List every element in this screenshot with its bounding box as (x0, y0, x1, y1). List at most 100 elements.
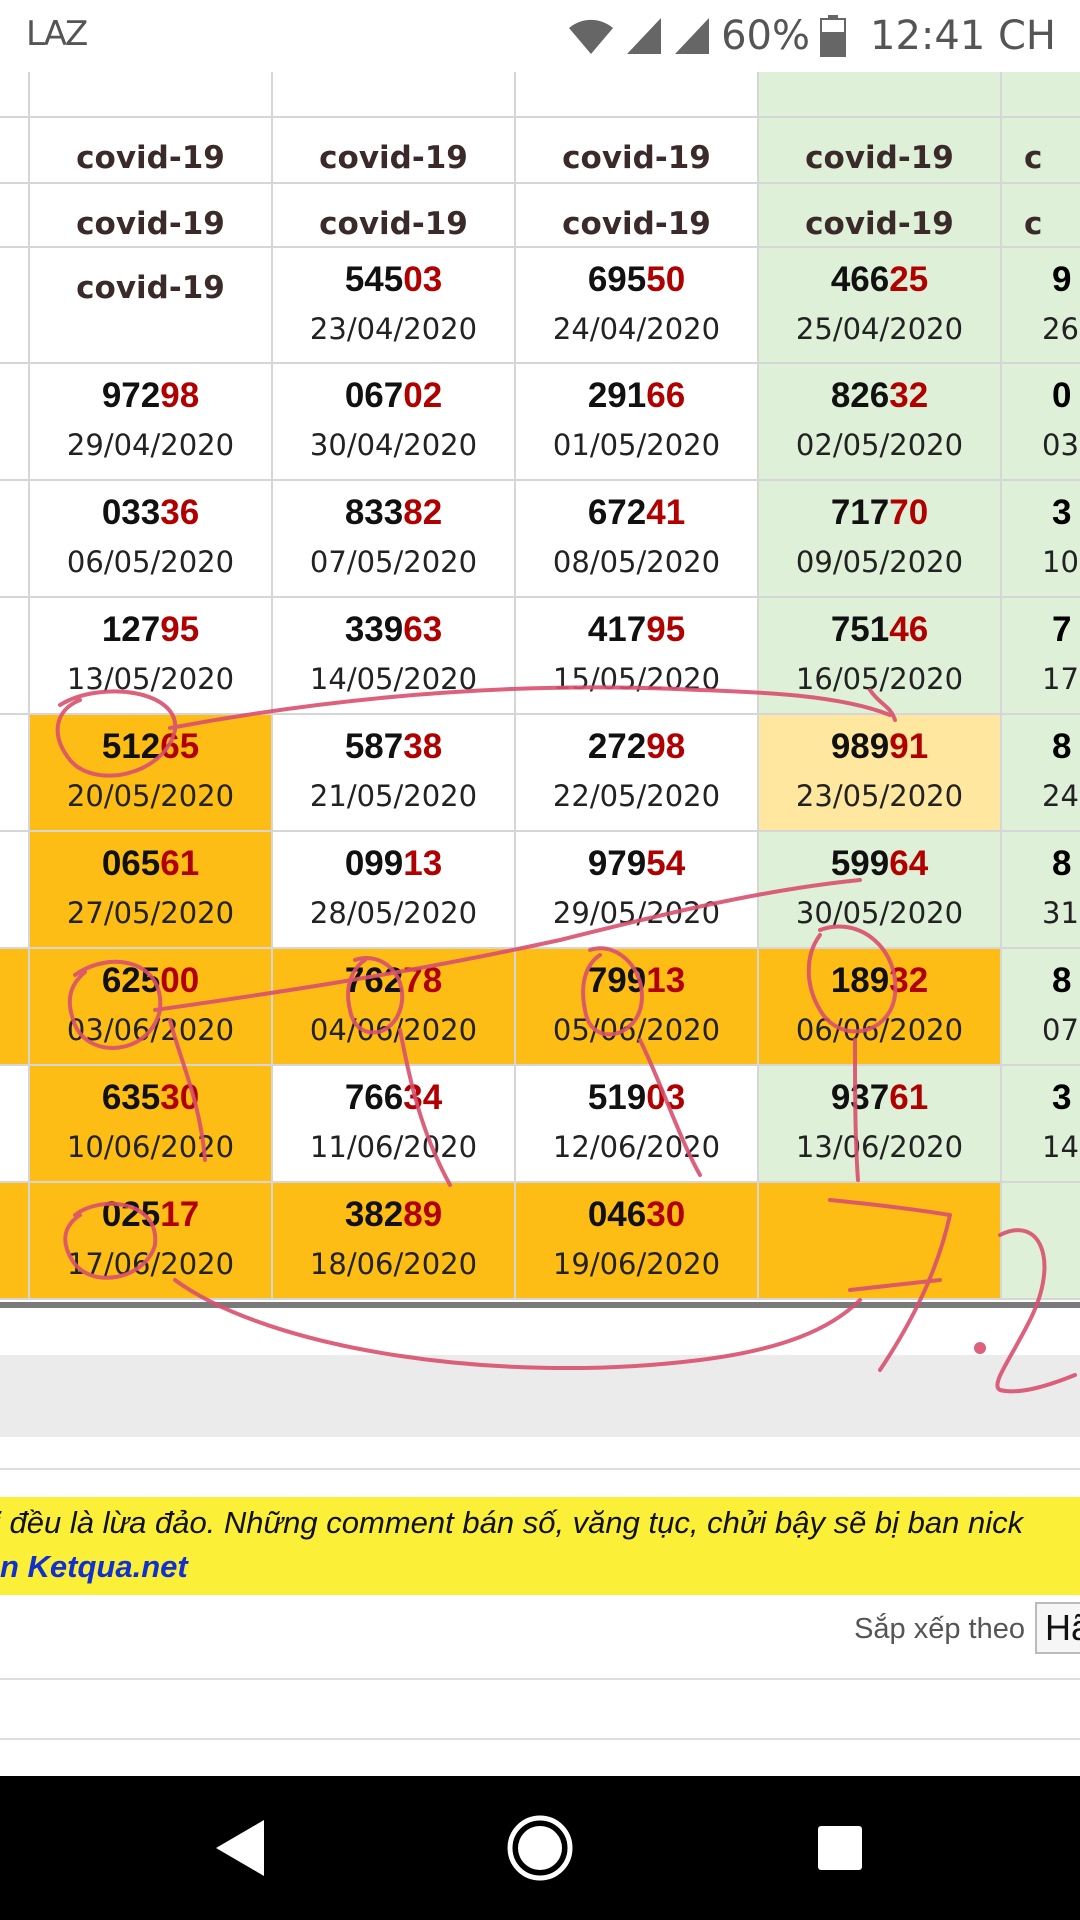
result-cell: 58738 21/05/2020 (273, 715, 516, 832)
result-tail-digits: 61 (889, 1078, 929, 1117)
result-number: 75146 (759, 610, 1000, 650)
table-header-cell (516, 72, 759, 118)
table-cell-cutoff (0, 832, 30, 949)
result-cell (1002, 1183, 1080, 1300)
result-tail-digits: 13 (646, 961, 686, 1000)
table-cell-cutoff (0, 715, 30, 832)
result-number: 59964 (759, 844, 1000, 884)
result-date: 13/06/2020 (795, 1130, 964, 1164)
result-cell: 06561 27/05/2020 (30, 832, 273, 949)
result-date: 09/05/2020 (795, 545, 964, 579)
result-number: 46625 (759, 260, 1000, 300)
result-number: 83382 (273, 493, 514, 533)
back-button[interactable] (200, 1776, 280, 1920)
result-prefix: 672 (587, 493, 647, 532)
result-tail-digits: 32 (889, 376, 929, 415)
table-cell-cutoff (0, 184, 30, 248)
result-date: 23/05/2020 (795, 779, 964, 813)
result-number: 51903 (516, 1078, 757, 1118)
result-tail-digits: 54 (646, 844, 686, 883)
table-header-cell (1002, 72, 1080, 118)
result-tail-digits: 03 (646, 1078, 686, 1117)
result-tail-digits: 25 (889, 260, 929, 299)
result-cell: 69550 24/04/2020 (516, 248, 759, 364)
result-prefix: 382 (344, 1195, 404, 1234)
result-cell: covid-19 (273, 118, 516, 184)
result-tail-digits: 36 (160, 493, 200, 532)
result-number-partial: 8 (1052, 727, 1072, 766)
result-date-partial: 10 (1042, 545, 1079, 579)
back-icon (216, 1820, 264, 1876)
result-date: 23/04/2020 (309, 312, 478, 346)
table-cell-cutoff (0, 1183, 30, 1300)
result-tail-digits: 82 (403, 493, 443, 532)
covid-label: covid-19 (319, 140, 468, 176)
result-date: 04/06/2020 (309, 1013, 478, 1047)
table-header-cell (273, 72, 516, 118)
result-tail-digits: 46 (889, 610, 929, 649)
result-prefix: 937 (830, 1078, 890, 1117)
result-cell: 76278 04/06/2020 (273, 949, 516, 1066)
result-prefix: 717 (830, 493, 890, 532)
home-button[interactable] (500, 1776, 580, 1920)
table-header-cell (30, 72, 273, 118)
table-cell-cutoff (0, 1066, 30, 1183)
result-tail-digits: 70 (889, 493, 929, 532)
result-number: 58738 (273, 727, 514, 767)
result-number: 67241 (516, 493, 757, 533)
result-tail-digits: 64 (889, 844, 929, 883)
result-number-partial: 8 (1052, 844, 1072, 883)
result-cell: 51265 20/05/2020 (30, 715, 273, 832)
result-number: 97954 (516, 844, 757, 884)
result-prefix: 025 (101, 1195, 161, 1234)
result-date: 15/05/2020 (552, 662, 721, 696)
result-tail-digits: 30 (160, 1078, 200, 1117)
result-date-partial: 07 (1042, 1013, 1079, 1047)
result-cell: 62500 03/06/2020 (30, 949, 273, 1066)
result-number: 27298 (516, 727, 757, 767)
result-date: 13/05/2020 (66, 662, 235, 696)
result-cell: 76634 11/06/2020 (273, 1066, 516, 1183)
result-date: 28/05/2020 (309, 896, 478, 930)
result-cell: 51903 12/06/2020 (516, 1066, 759, 1183)
result-tail-digits: 61 (160, 844, 200, 883)
result-cell: 0 03 (1002, 364, 1080, 481)
result-number: 93761 (759, 1078, 1000, 1118)
result-date: 24/04/2020 (552, 312, 721, 346)
result-number-partial: 9 (1052, 260, 1072, 299)
result-cell: 29166 01/05/2020 (516, 364, 759, 481)
result-number: 76634 (273, 1078, 514, 1118)
result-cell: covid-19 (273, 184, 516, 248)
result-cell: 27298 22/05/2020 (516, 715, 759, 832)
result-number: 54503 (273, 260, 514, 300)
result-tail-digits: 13 (403, 844, 443, 883)
recents-button[interactable] (800, 1776, 880, 1920)
result-prefix: 189 (830, 961, 890, 1000)
notice-link[interactable]: n Ketqua.net (0, 1549, 188, 1585)
sort-select[interactable]: Hã (1035, 1602, 1080, 1654)
result-date-partial: 17 (1042, 662, 1079, 696)
result-number: 12795 (30, 610, 271, 650)
result-cell: 46625 25/04/2020 (759, 248, 1002, 364)
result-cell: 06702 30/04/2020 (273, 364, 516, 481)
result-tail-digits: 91 (889, 727, 929, 766)
result-cell: covid-19 (759, 118, 1002, 184)
covid-label: c (1024, 140, 1043, 176)
result-number-partial: 8 (1052, 961, 1072, 1000)
clock: 12:41 CH (870, 13, 1056, 59)
result-date: 25/04/2020 (795, 312, 964, 346)
result-cell: 8 07 (1002, 949, 1080, 1066)
result-tail-digits: 34 (403, 1078, 443, 1117)
signal-icon (627, 18, 662, 54)
result-cell: 41795 15/05/2020 (516, 598, 759, 715)
result-cell: 03336 06/05/2020 (30, 481, 273, 598)
result-cell: 3 10 (1002, 481, 1080, 598)
divider (0, 1738, 1080, 1740)
result-prefix: 291 (587, 376, 647, 415)
result-date: 14/05/2020 (309, 662, 478, 696)
carrier-logo: LAZ (26, 14, 88, 54)
result-prefix: 751 (830, 610, 890, 649)
result-number: 06561 (30, 844, 271, 884)
sort-label: Sắp xếp theo (854, 1613, 1025, 1645)
result-cell: 33963 14/05/2020 (273, 598, 516, 715)
